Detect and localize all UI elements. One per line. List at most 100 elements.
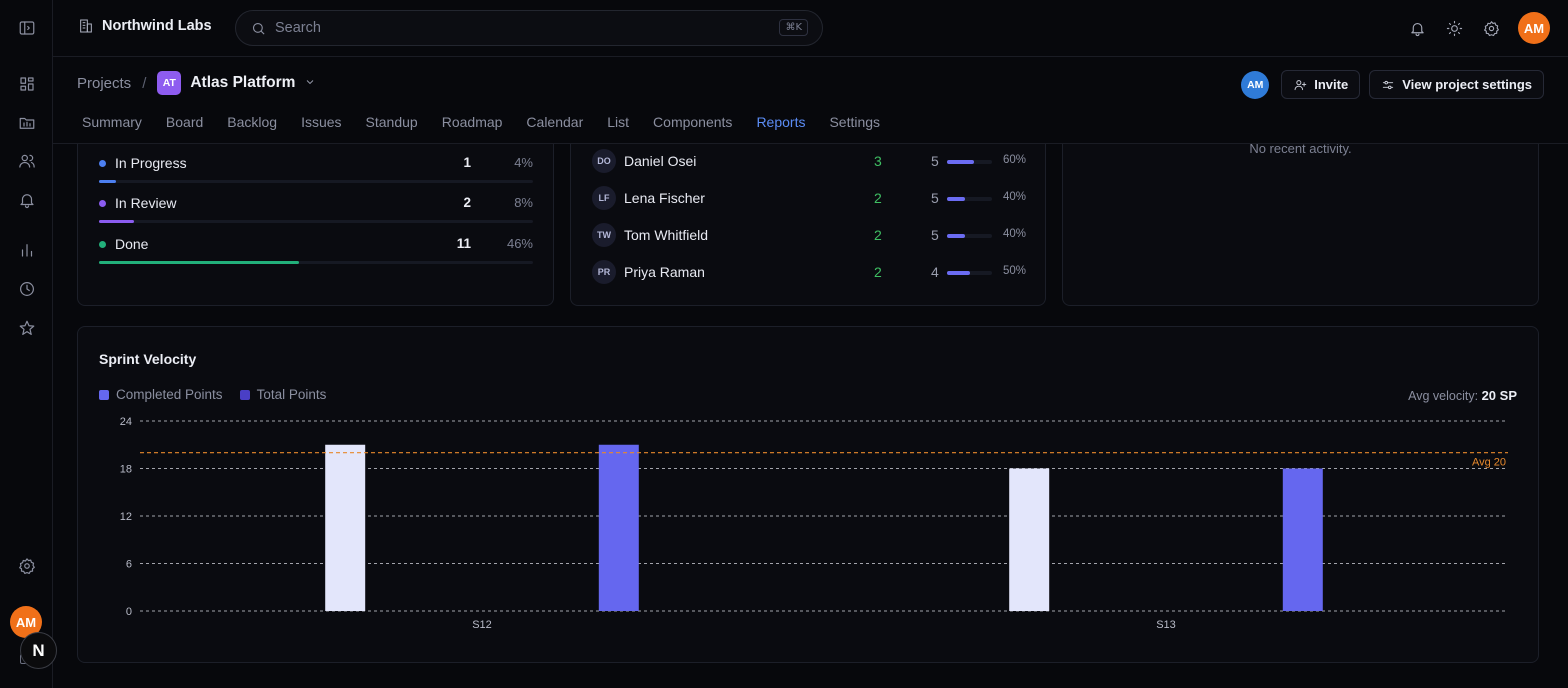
tabs-divider (53, 143, 1568, 144)
tab-calendar[interactable]: Calendar (526, 114, 583, 130)
member-done-count: 2 (874, 190, 882, 206)
status-progress-track (99, 261, 533, 264)
average-reference-label: Avg 20 (1472, 457, 1506, 469)
search-icon (252, 22, 265, 35)
tab-standup[interactable]: Standup (366, 114, 418, 130)
building-icon (80, 19, 92, 33)
member-avatar: TW (592, 223, 616, 247)
tab-roadmap[interactable]: Roadmap (442, 114, 503, 130)
member-total-count: 5 (931, 153, 939, 169)
view-project-settings-button[interactable]: View project settings (1369, 70, 1544, 99)
search-input[interactable] (275, 20, 755, 36)
bell-icon[interactable] (1407, 18, 1428, 39)
member-pct: 60% (1002, 154, 1026, 166)
avg-velocity-label: Avg velocity: (1408, 389, 1479, 403)
view-project-settings-label: View project settings (1402, 77, 1532, 92)
dev-tools-badge-icon[interactable]: N (20, 632, 57, 669)
sliders-icon (1383, 80, 1394, 89)
team-icon[interactable] (16, 150, 38, 172)
velocity-bar-chart: 0 6 12 18 24 S12 S13 Avg 20 (120, 416, 1508, 631)
project-actions: AM Invite View project settings (1241, 70, 1544, 99)
legend-swatch (239, 389, 250, 400)
member-name: Daniel Osei (624, 153, 697, 169)
average-velocity: Avg velocity: 20 SP (1408, 388, 1517, 403)
invite-button[interactable]: Invite (1281, 70, 1361, 99)
status-label: Done (115, 236, 149, 252)
member-total-count: 5 (931, 227, 939, 243)
bar-completed-points (325, 444, 366, 611)
status-dot (99, 160, 106, 167)
theme-toggle-sun-icon[interactable] (1444, 18, 1465, 39)
tab-board[interactable]: Board (166, 114, 203, 130)
project-member-avatar[interactable]: AM (1241, 70, 1270, 99)
y-tick-label: 18 (120, 464, 132, 476)
notifications-icon[interactable] (16, 189, 38, 211)
tab-reports[interactable]: Reports (756, 114, 805, 130)
member-progress-track (947, 160, 992, 164)
workload-row: LF Lena Fischer 2 5 40% (592, 186, 1026, 212)
user-plus-icon (1294, 79, 1307, 90)
tab-summary[interactable]: Summary (82, 114, 142, 130)
avg-velocity-value: 20 SP (1481, 388, 1517, 403)
workload-row: DO Daniel Osei 3 5 60% (592, 149, 1026, 175)
y-tick-label: 0 (126, 606, 132, 618)
reports-icon[interactable] (16, 239, 38, 261)
favorites-icon[interactable] (16, 317, 38, 339)
legend-total-points: Total Points (239, 387, 326, 402)
gear-icon[interactable] (1481, 18, 1502, 39)
legend-swatch (99, 389, 109, 400)
status-dot (99, 241, 106, 248)
member-name: Priya Raman (624, 264, 705, 280)
velocity-title: Sprint Velocity (99, 351, 197, 367)
tab-settings[interactable]: Settings (829, 114, 880, 130)
top-bar: Northwind Labs ⌘K AM (53, 0, 1568, 57)
tab-list[interactable]: List (607, 114, 629, 130)
status-count: 2 (463, 195, 471, 210)
tab-backlog[interactable]: Backlog (227, 114, 277, 130)
history-icon[interactable] (16, 278, 38, 300)
member-avatar: LF (592, 186, 616, 210)
breadcrumb: Projects / AT Atlas Platform (77, 71, 316, 95)
project-badge: AT (157, 71, 182, 95)
member-name: Lena Fischer (624, 190, 705, 206)
org-switcher[interactable]: Northwind Labs (78, 18, 212, 34)
member-total-count: 5 (931, 190, 939, 206)
search-bar[interactable]: ⌘K (235, 10, 823, 46)
bar-total-points (1282, 468, 1323, 611)
tab-issues[interactable]: Issues (301, 114, 341, 130)
status-pct: 4% (514, 155, 533, 170)
member-done-count: 2 (874, 264, 882, 280)
breadcrumb-separator: / (142, 74, 147, 92)
status-progress-fill (99, 220, 134, 223)
project-name[interactable]: Atlas Platform (190, 74, 295, 92)
status-progress-track (99, 180, 533, 183)
sprint-velocity-card: Sprint Velocity Completed Points Total P… (77, 326, 1539, 663)
member-total-count: 4 (931, 264, 939, 280)
org-name: Northwind Labs (102, 18, 212, 34)
legend-label: Completed Points (116, 387, 223, 402)
tab-components[interactable]: Components (653, 114, 732, 130)
status-progress-fill (99, 261, 299, 264)
settings-gear-icon[interactable] (16, 555, 38, 577)
member-progress-track (947, 197, 992, 201)
status-pct: 8% (514, 195, 533, 210)
projects-icon[interactable] (16, 112, 38, 134)
breadcrumb-projects-link[interactable]: Projects (77, 75, 131, 92)
member-done-count: 3 (874, 153, 882, 169)
member-pct: 50% (1002, 265, 1026, 277)
sidebar-toggle-icon[interactable] (16, 17, 38, 39)
workload-row: TW Tom Whitfield 2 5 40% (592, 223, 1026, 249)
dashboard-icon[interactable] (16, 73, 38, 95)
member-progress-track (947, 271, 992, 275)
status-label: In Progress (115, 155, 187, 171)
member-progress-fill (947, 271, 970, 275)
user-avatar[interactable]: AM (1518, 12, 1550, 44)
search-shortcut-hint: ⌘K (779, 19, 808, 36)
chevron-down-icon[interactable] (304, 75, 316, 91)
legend-completed-points: Completed Points (99, 387, 223, 402)
member-progress-track (947, 234, 992, 238)
member-avatar: PR (592, 260, 616, 284)
status-dot (99, 200, 106, 207)
chart-legend: Completed Points Total Points (99, 387, 326, 402)
status-progress-track (99, 220, 533, 223)
